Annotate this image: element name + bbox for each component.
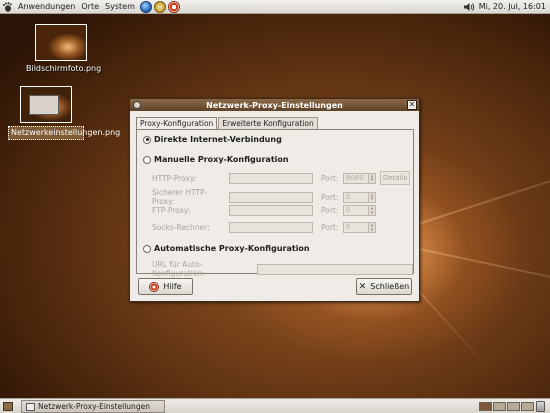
secure-port-spinner[interactable]: 0 ▲ ▼: [343, 191, 376, 203]
image-thumbnail-icon: [20, 86, 72, 123]
gnome-foot-icon: [3, 1, 12, 12]
system-menu[interactable]: System: [102, 0, 138, 14]
secure-http-proxy-input[interactable]: [229, 191, 313, 203]
desktop-icon-label: Netzwerkeinstellungen.png: [8, 126, 120, 140]
secure-http-proxy-row: Sicherer HTTP-Proxy: Port: 0 ▲ ▼: [152, 188, 376, 206]
workspace-4[interactable]: [521, 402, 534, 411]
spinner-arrows-icon[interactable]: ▲ ▼: [369, 205, 376, 216]
details-button[interactable]: Details: [380, 171, 410, 185]
auto-proxy-label: Automatische Proxy-Konfiguration: [154, 244, 310, 253]
direct-connection-radio[interactable]: [143, 135, 151, 144]
socks-host-label: Socks-Rechner:: [152, 223, 210, 232]
manual-proxy-label: Manuelle Proxy-Konfiguration: [154, 155, 289, 164]
ftp-proxy-input[interactable]: [229, 205, 313, 216]
ftp-proxy-row: FTP-Proxy: Port: 0 ▲ ▼: [152, 205, 376, 216]
desktop-icon-label: Bildschirmfoto.png: [26, 64, 102, 73]
http-port-value[interactable]: 8080: [343, 172, 369, 184]
taskbar-window-label: Netzwerk-Proxy-Einstellungen: [38, 402, 150, 411]
show-desktop-icon[interactable]: [3, 402, 13, 411]
port-label: Port:: [321, 192, 339, 202]
socks-port-spinner[interactable]: 0 ▲ ▼: [343, 222, 376, 233]
http-proxy-label: HTTP-Proxy:: [152, 173, 197, 183]
socks-host-input[interactable]: [229, 222, 313, 233]
workspace-2[interactable]: [493, 402, 506, 411]
workspace-3[interactable]: [507, 402, 520, 411]
system-tray: Mi, 20. Jul, 16:01: [463, 0, 550, 14]
window-icon: [26, 402, 35, 411]
port-label: Port:: [321, 223, 339, 232]
ftp-port-value[interactable]: 0: [343, 205, 369, 216]
help-button[interactable]: Hilfe: [138, 278, 193, 295]
top-panel: Anwendungen Orte System Mi, 20. Jul, 16:…: [0, 0, 550, 14]
spinner-arrows-icon[interactable]: ▲ ▼: [369, 172, 376, 184]
spinner-arrows-icon[interactable]: ▲ ▼: [369, 222, 376, 233]
manual-proxy-option[interactable]: Manuelle Proxy-Konfiguration: [143, 155, 289, 164]
proxy-settings-dialog: Netzwerk-Proxy-Einstellungen ✕ Proxy-Kon…: [129, 98, 420, 302]
dialog-titlebar[interactable]: Netzwerk-Proxy-Einstellungen ✕: [130, 99, 419, 111]
auto-proxy-option[interactable]: Automatische Proxy-Konfiguration: [143, 244, 310, 253]
ftp-port-spinner[interactable]: 0 ▲ ▼: [343, 205, 376, 216]
help-button-label: Hilfe: [163, 282, 182, 291]
socks-port-value[interactable]: 0: [343, 222, 369, 233]
places-menu[interactable]: Orte: [78, 0, 102, 14]
ftp-proxy-label: FTP-Proxy:: [152, 206, 191, 215]
auto-config-url-row: URL für Auto-Konfiguration:: [152, 260, 413, 278]
taskbar-window-button[interactable]: Netzwerk-Proxy-Einstellungen: [21, 400, 165, 413]
desktop-icon-screenshot[interactable]: Bildschirmfoto.png: [26, 24, 102, 74]
image-thumbnail-icon: [35, 24, 87, 61]
desktop-icon-network-settings[interactable]: Netzwerkeinstellungen.png: [8, 86, 120, 140]
bottom-panel: Netzwerk-Proxy-Einstellungen: [0, 398, 550, 413]
help-icon[interactable]: [167, 0, 180, 13]
applications-menu[interactable]: Anwendungen: [15, 0, 78, 14]
trash-icon[interactable]: [536, 401, 545, 412]
proxy-configuration-panel: Direkte Internet-Verbindung Manuelle Pro…: [136, 129, 414, 278]
close-icon: ✕: [358, 281, 367, 292]
volume-icon[interactable]: [463, 2, 475, 12]
close-button[interactable]: ✕ Schließen: [356, 278, 412, 295]
clock[interactable]: Mi, 20. Jul, 16:01: [479, 2, 550, 11]
mail-icon[interactable]: [153, 0, 166, 13]
manual-proxy-radio[interactable]: [143, 155, 151, 164]
http-proxy-row: HTTP-Proxy: Port: 8080 ▲ ▼ Details: [152, 171, 410, 185]
secure-http-proxy-label: Sicherer HTTP-Proxy:: [152, 188, 208, 206]
web-browser-icon[interactable]: [139, 0, 152, 13]
auto-config-url-input[interactable]: [256, 263, 413, 275]
http-proxy-input[interactable]: [229, 172, 313, 184]
tab-advanced-configuration[interactable]: Erweiterte Konfiguration: [218, 117, 318, 129]
auto-config-url-label: URL für Auto-Konfiguration:: [152, 260, 205, 278]
close-button-label: Schließen: [370, 282, 410, 291]
window-close-button[interactable]: ✕: [407, 100, 417, 110]
auto-proxy-radio[interactable]: [143, 244, 151, 253]
socks-host-row: Socks-Rechner: Port: 0 ▲ ▼: [152, 222, 376, 233]
port-label: Port:: [321, 206, 339, 215]
secure-port-value[interactable]: 0: [343, 191, 369, 203]
direct-connection-label: Direkte Internet-Verbindung: [154, 135, 282, 144]
tab-bar: Proxy-Konfiguration Erweiterte Konfigura…: [136, 117, 319, 130]
spinner-arrows-icon[interactable]: ▲ ▼: [369, 191, 376, 203]
dialog-title: Netzwerk-Proxy-Einstellungen: [206, 100, 343, 110]
http-port-spinner[interactable]: 8080 ▲ ▼: [343, 172, 376, 184]
workspace-1[interactable]: [479, 402, 492, 411]
port-label: Port:: [321, 173, 339, 183]
help-icon: [149, 281, 160, 292]
direct-connection-option[interactable]: Direkte Internet-Verbindung: [143, 135, 282, 144]
